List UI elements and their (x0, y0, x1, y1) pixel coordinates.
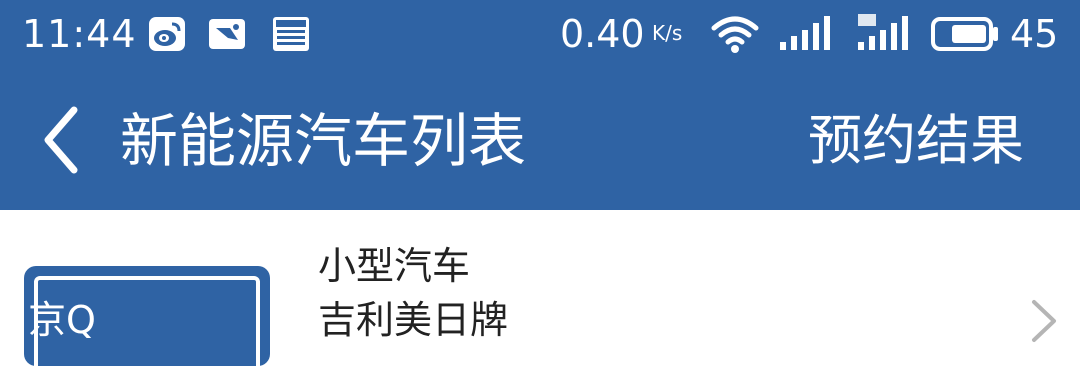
reservation-result-button[interactable]: 预约结果 (808, 106, 1024, 176)
vehicle-type: 小型汽车 (318, 244, 471, 288)
license-plate-text: 京Q (28, 298, 96, 342)
news-icon (273, 17, 309, 51)
image-notification-icon (209, 19, 245, 49)
page-title: 新能源汽车列表 (120, 107, 527, 175)
battery-icon (931, 17, 998, 51)
signal-4g-icon (858, 14, 908, 50)
net-speed-unit: K/s (652, 21, 683, 45)
chevron-right-icon (1032, 300, 1056, 342)
back-arrow-icon[interactable] (30, 100, 100, 180)
net-speed-value: 0.40 (560, 12, 645, 56)
battery-percent: 45 (1010, 12, 1059, 56)
status-time: 11:44 (22, 12, 137, 56)
vehicle-brand: 吉利美日牌 (318, 298, 509, 342)
list-item[interactable]: 京Q 小型汽车 吉利美日牌 (0, 210, 1080, 376)
app-bar: 新能源汽车列表 预约结果 (0, 70, 1080, 210)
status-bar: 11:44 0.40 K/s 45 (0, 0, 1080, 70)
signal-icon (780, 16, 830, 50)
wifi-icon (711, 16, 759, 53)
weibo-icon (149, 17, 185, 51)
